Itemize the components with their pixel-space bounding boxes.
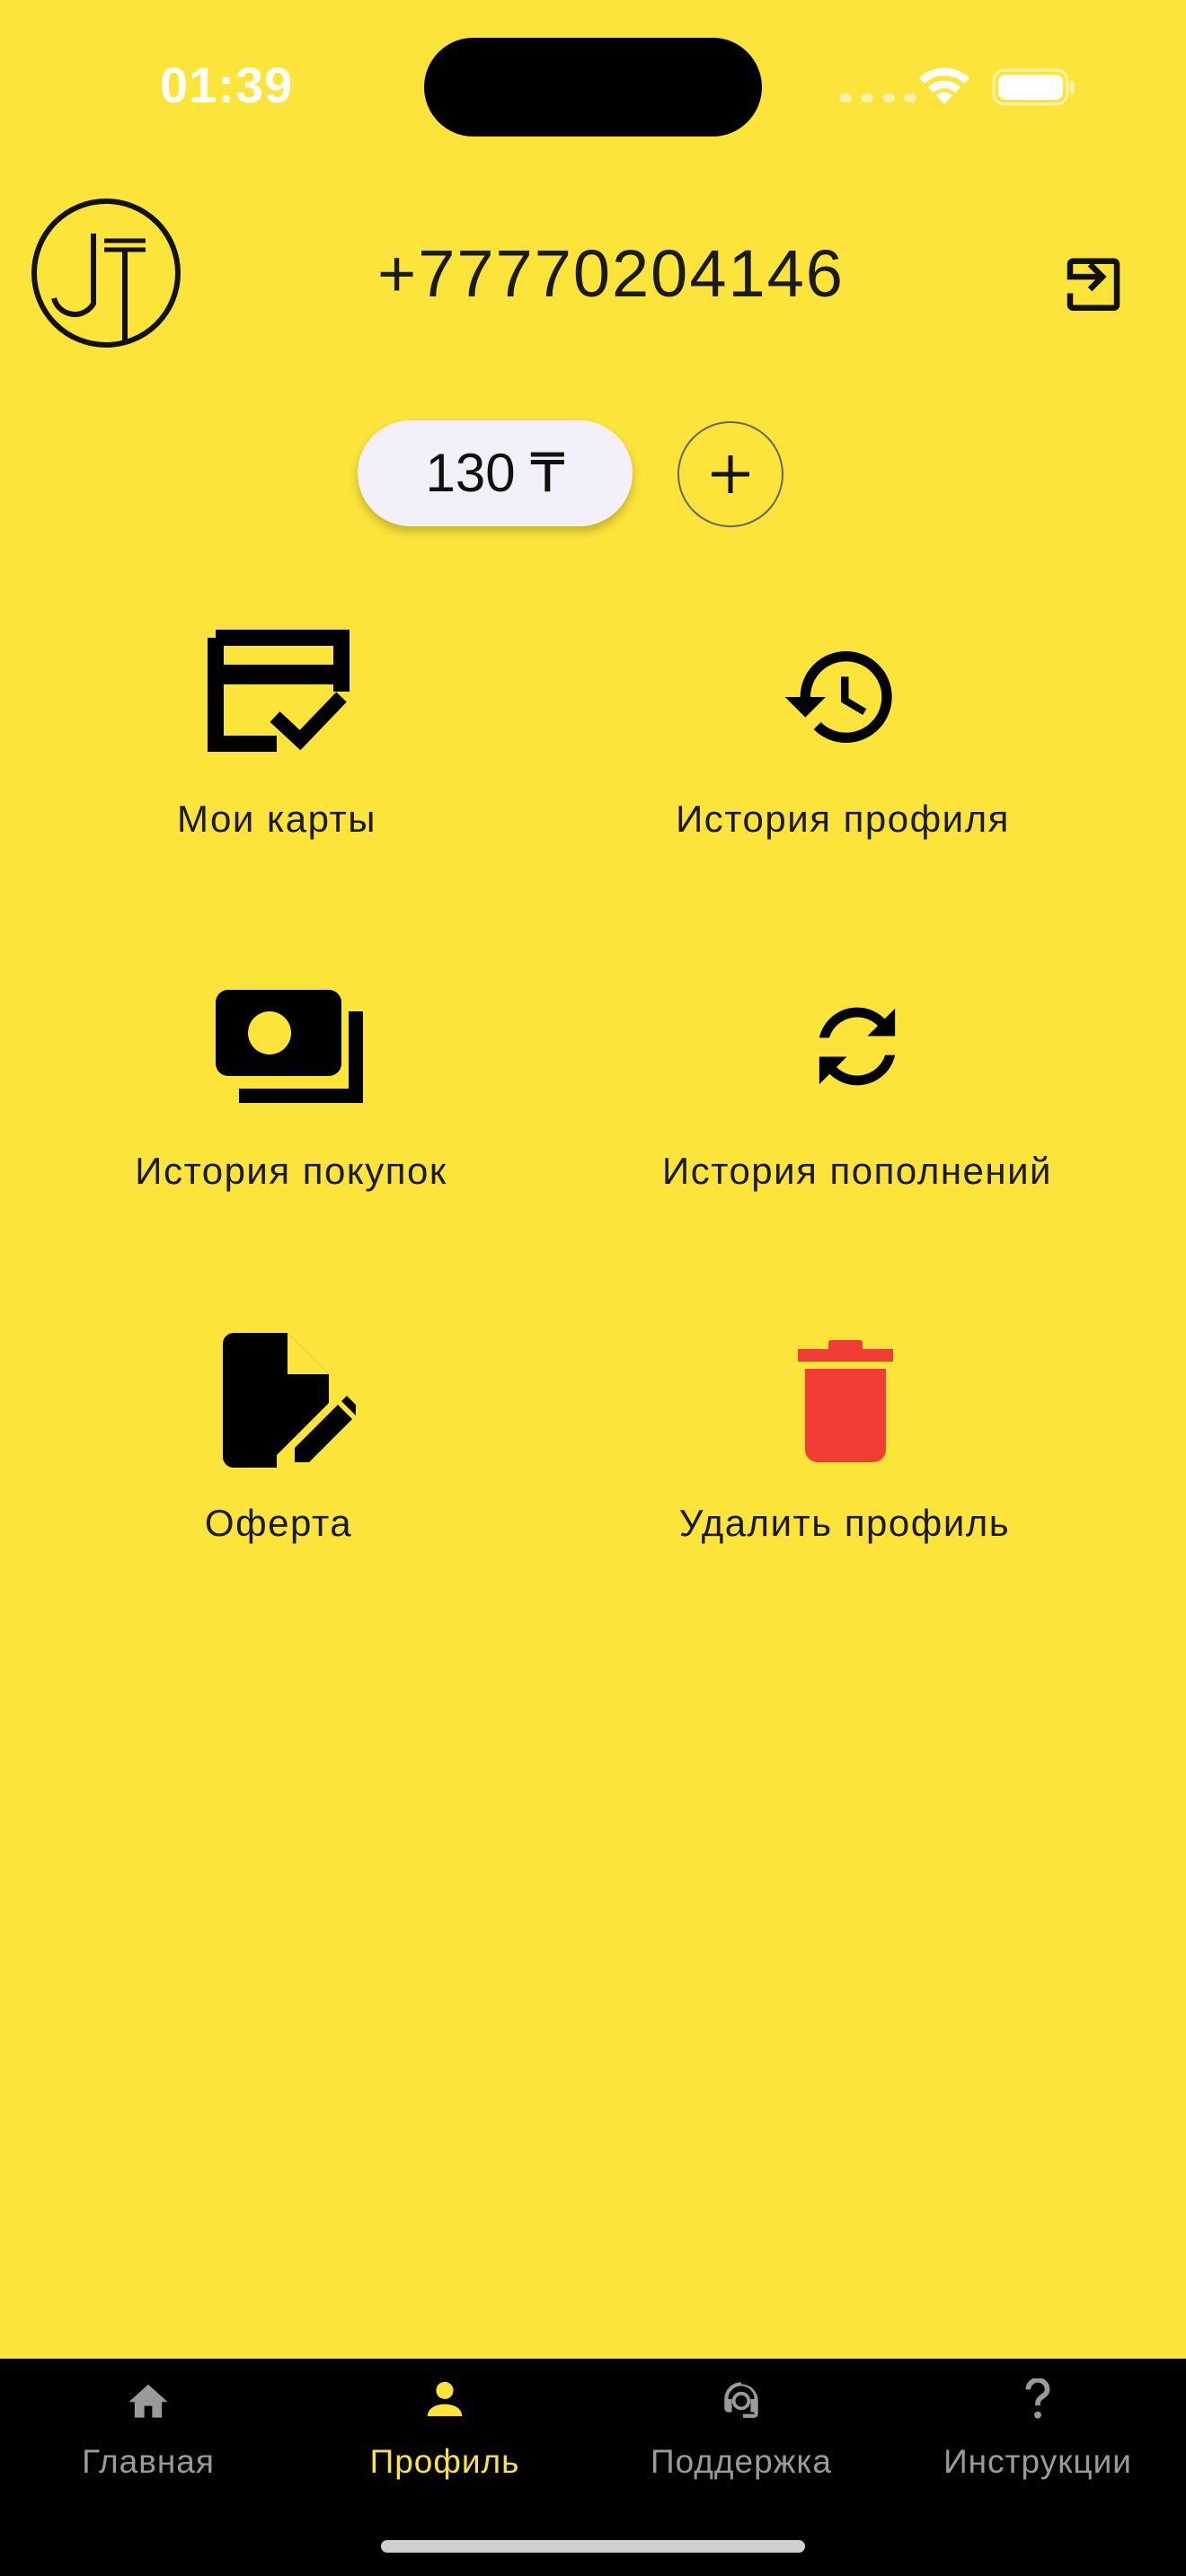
nav-instructions-label: Инструкции — [943, 2443, 1132, 2480]
profile-history-label: История профиля — [676, 798, 1010, 840]
support-agent-icon — [724, 2382, 758, 2418]
plus-icon — [712, 455, 749, 493]
topup-history-label: История пополнений — [662, 1150, 1052, 1192]
nav-home-label: Главная — [82, 2443, 215, 2480]
app-logo — [31, 198, 181, 348]
topup-history-item[interactable]: История пополнений — [588, 981, 1127, 1196]
document-edit-icon — [223, 1333, 356, 1468]
home-icon — [128, 2384, 168, 2418]
home-indicator — [381, 2540, 805, 2553]
profile-history-item[interactable]: История профиля — [573, 629, 1112, 844]
my-cards-item[interactable]: Мои карты — [7, 629, 546, 844]
nav-home[interactable]: Главная — [0, 2359, 296, 2538]
dynamic-island — [424, 38, 762, 137]
purchase-history-label: История покупок — [135, 1150, 447, 1192]
battery-icon — [992, 68, 1075, 106]
nav-profile-label: Профиль — [369, 2443, 520, 2480]
trash-icon — [798, 1340, 893, 1462]
nav-support-label: Поддержка — [650, 2443, 833, 2480]
my-cards-label: Мои карты — [177, 798, 376, 840]
offer-label: Оферта — [204, 1502, 353, 1544]
phone-number: +77770204146 — [377, 236, 845, 311]
delete-profile-item[interactable]: Удалить профиль — [575, 1333, 1114, 1548]
refresh-icon — [819, 1007, 896, 1086]
wifi-icon — [919, 67, 969, 104]
card-check-icon — [208, 630, 350, 752]
history-icon — [784, 651, 892, 744]
question-icon — [1025, 2378, 1050, 2419]
person-icon — [427, 2381, 463, 2417]
logout-icon[interactable] — [1058, 241, 1128, 311]
balance-pill: 130 ₸ — [358, 420, 633, 526]
money-icon — [216, 990, 363, 1103]
nav-instructions[interactable]: Инструкции — [890, 2359, 1186, 2538]
purchase-history-item[interactable]: История покупок — [22, 981, 561, 1196]
nav-support[interactable]: Поддержка — [593, 2359, 890, 2538]
nav-profile[interactable]: Профиль — [296, 2359, 593, 2538]
status-time: 01:39 — [160, 57, 294, 113]
signal-icon — [839, 93, 916, 102]
delete-profile-label: Удалить профиль — [678, 1502, 1011, 1544]
add-balance-button[interactable] — [677, 421, 783, 527]
offer-item[interactable]: Оферта — [9, 1333, 548, 1548]
